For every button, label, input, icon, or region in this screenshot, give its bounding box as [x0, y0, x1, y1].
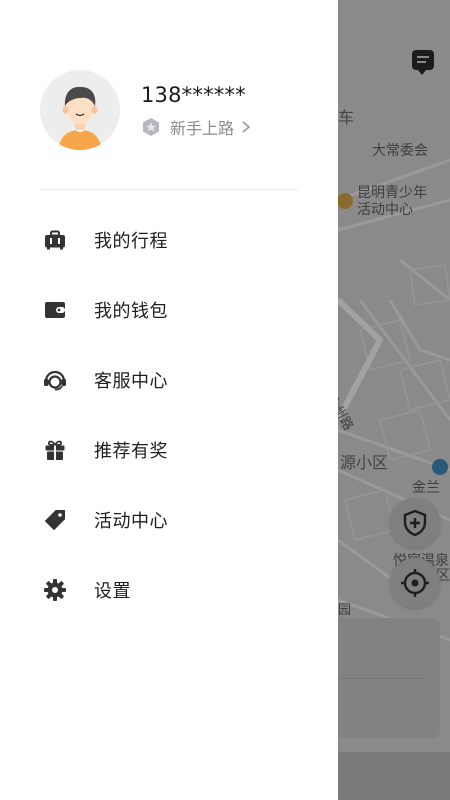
- menu-item-label: 推荐有奖: [94, 441, 168, 462]
- user-avatar-icon: [58, 86, 102, 150]
- poi-icon[interactable]: [432, 459, 448, 475]
- menu-item-activities[interactable]: 活动中心: [0, 485, 338, 555]
- tag-icon: [43, 508, 67, 532]
- menu-item-wallet[interactable]: 我的钱包: [0, 275, 338, 345]
- map-label-district: 源小区: [340, 453, 389, 472]
- menu-item-label: 设置: [94, 581, 131, 602]
- gift-icon: [43, 438, 67, 462]
- phone-number: 138******: [141, 83, 246, 107]
- poi-icon[interactable]: [337, 193, 353, 209]
- menu-item-label: 我的行程: [94, 231, 168, 252]
- menu-item-label: 活动中心: [94, 511, 168, 532]
- drawer-menu: 我的行程 我的钱包 客服中心 推荐有奖 活动中心 设置: [0, 205, 338, 625]
- map-label-youth-center-1: 昆明青少年: [357, 185, 427, 201]
- menu-item-label: 我的钱包: [94, 301, 168, 322]
- menu-item-referral[interactable]: 推荐有奖: [0, 415, 338, 485]
- menu-item-trips[interactable]: 我的行程: [0, 205, 338, 275]
- avatar[interactable]: [40, 70, 120, 150]
- shield-plus-icon: [403, 509, 427, 537]
- safety-shield-button[interactable]: [390, 498, 440, 548]
- headset-icon: [43, 368, 67, 392]
- chevron-right-icon: [242, 121, 251, 133]
- locate-button[interactable]: [390, 558, 440, 608]
- profile-divider: [40, 189, 298, 190]
- map-label-car: 车: [338, 108, 355, 127]
- menu-item-customer-service[interactable]: 客服中心: [0, 345, 338, 415]
- level-badge-icon: [143, 118, 159, 136]
- map-label-park: 园: [338, 603, 352, 618]
- gear-icon: [43, 578, 67, 602]
- level-label: 新手上路: [170, 119, 235, 138]
- profile-header[interactable]: 138****** 新手上路: [0, 0, 338, 190]
- card-divider: [330, 678, 428, 679]
- message-icon[interactable]: [412, 50, 434, 75]
- wallet-icon: [43, 298, 67, 322]
- user-level[interactable]: 新手上路: [141, 116, 252, 138]
- map-label-jinlan: 金兰: [412, 480, 440, 496]
- map-label-youth-center-2: 活动中心: [357, 202, 413, 218]
- map-label-committee: 大常委会: [372, 143, 428, 159]
- crosshair-icon: [401, 569, 429, 597]
- menu-item-settings[interactable]: 设置: [0, 555, 338, 625]
- side-drawer: 138****** 新手上路 我的行程 我的钱包 客服中心 推荐有奖 活动中心 …: [0, 0, 338, 800]
- luggage-icon: [43, 228, 67, 252]
- menu-item-label: 客服中心: [94, 371, 168, 392]
